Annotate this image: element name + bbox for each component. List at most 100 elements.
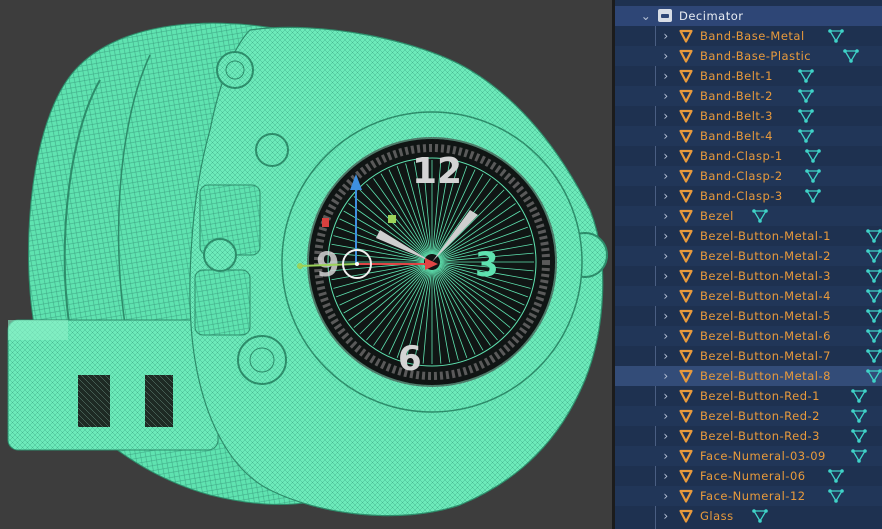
mesh-data-icon[interactable] bbox=[752, 508, 768, 524]
watch-wireframe-model[interactable]: 12 3 6 9 bbox=[0, 0, 612, 529]
mesh-data-icon[interactable] bbox=[851, 388, 867, 404]
outliner-row[interactable]: › Bezel-Button-Metal-5 bbox=[615, 306, 882, 326]
outliner-row[interactable]: › Bezel-Button-Metal-1 bbox=[615, 226, 882, 246]
chevron-right-icon[interactable]: › bbox=[659, 486, 673, 506]
object-label: Band-Clasp-2 bbox=[700, 169, 783, 183]
chevron-right-icon[interactable]: › bbox=[659, 406, 673, 426]
outliner-row[interactable]: › Bezel-Button-Red-3 bbox=[615, 426, 882, 446]
mesh-data-icon[interactable] bbox=[843, 48, 859, 64]
chevron-right-icon[interactable]: › bbox=[659, 266, 673, 286]
outliner-row[interactable]: › Bezel-Button-Metal-4 bbox=[615, 286, 882, 306]
chevron-down-icon[interactable]: ⌄ bbox=[639, 6, 653, 26]
outliner-panel[interactable]: ⌄ Decimator › Band-Base-Metal › Band-Base-P… bbox=[615, 0, 882, 529]
mesh-data-icon[interactable] bbox=[851, 408, 867, 424]
mesh-data-icon[interactable] bbox=[805, 188, 821, 204]
chevron-right-icon[interactable]: › bbox=[659, 166, 673, 186]
modifier-icon bbox=[679, 109, 693, 123]
mesh-data-icon[interactable] bbox=[805, 148, 821, 164]
chevron-right-icon[interactable]: › bbox=[659, 206, 673, 226]
outliner-row[interactable]: › Bezel-Button-Metal-7 bbox=[615, 346, 882, 366]
mesh-data-icon[interactable] bbox=[828, 488, 844, 504]
mesh-data-icon[interactable] bbox=[851, 448, 867, 464]
chevron-right-icon[interactable]: › bbox=[659, 106, 673, 126]
object-label: Band-Belt-4 bbox=[700, 129, 773, 143]
mesh-data-icon[interactable] bbox=[851, 428, 867, 444]
outliner-row[interactable]: › Bezel-Button-Metal-2 bbox=[615, 246, 882, 266]
outliner-row[interactable]: › Bezel-Button-Metal-6 bbox=[615, 326, 882, 346]
modifier-icon bbox=[679, 429, 693, 443]
object-label: Band-Belt-1 bbox=[700, 69, 773, 83]
object-label: Bezel-Button-Metal-6 bbox=[700, 329, 831, 343]
outliner-row[interactable]: › Band-Base-Plastic bbox=[615, 46, 882, 66]
chevron-right-icon[interactable]: › bbox=[659, 306, 673, 326]
outliner-row[interactable]: › Band-Belt-3 bbox=[615, 106, 882, 126]
outliner-row[interactable]: › Face-Numeral-03-09 bbox=[615, 446, 882, 466]
outliner-row[interactable]: › Band-Belt-1 bbox=[615, 66, 882, 86]
outliner-row[interactable]: › Bezel-Button-Metal-3 bbox=[615, 266, 882, 286]
chevron-right-icon[interactable]: › bbox=[659, 346, 673, 366]
chevron-right-icon[interactable]: › bbox=[659, 466, 673, 486]
mesh-data-icon[interactable] bbox=[752, 208, 768, 224]
modifier-icon bbox=[679, 89, 693, 103]
outliner-row[interactable]: › Band-Clasp-1 bbox=[615, 146, 882, 166]
mesh-data-icon[interactable] bbox=[798, 108, 814, 124]
outliner-row[interactable]: › Band-Clasp-2 bbox=[615, 166, 882, 186]
chevron-right-icon[interactable]: › bbox=[659, 246, 673, 266]
chevron-right-icon[interactable]: › bbox=[659, 146, 673, 166]
mesh-data-icon[interactable] bbox=[866, 248, 882, 264]
object-label: Band-Base-Metal bbox=[700, 29, 805, 43]
mesh-data-icon[interactable] bbox=[866, 328, 882, 344]
outliner-row[interactable]: › Bezel-Button-Red-1 bbox=[615, 386, 882, 406]
3d-viewport[interactable]: 12 3 6 9 bbox=[0, 0, 612, 529]
outliner-row[interactable]: › Bezel-Button-Red-2 bbox=[615, 406, 882, 426]
mesh-data-icon[interactable] bbox=[866, 368, 882, 384]
chevron-right-icon[interactable]: › bbox=[659, 446, 673, 466]
mesh-data-icon[interactable] bbox=[805, 168, 821, 184]
outliner-row[interactable]: › Face-Numeral-12 bbox=[615, 486, 882, 506]
mesh-data-icon[interactable] bbox=[828, 28, 844, 44]
chevron-right-icon[interactable]: › bbox=[659, 286, 673, 306]
mesh-data-icon[interactable] bbox=[866, 268, 882, 284]
outliner-row[interactable]: › Band-Belt-2 bbox=[615, 86, 882, 106]
object-label: Bezel-Button-Metal-8 bbox=[700, 369, 831, 383]
chevron-right-icon[interactable]: › bbox=[659, 46, 673, 66]
modifier-icon bbox=[679, 289, 693, 303]
outliner-row-decimator[interactable]: ⌄ Decimator bbox=[615, 6, 882, 26]
chevron-right-icon[interactable]: › bbox=[659, 26, 673, 46]
chevron-right-icon[interactable]: › bbox=[659, 186, 673, 206]
chevron-right-icon[interactable]: › bbox=[659, 86, 673, 106]
modifier-icon bbox=[679, 309, 693, 323]
object-label: Band-Base-Plastic bbox=[700, 49, 812, 63]
chevron-right-icon[interactable]: › bbox=[659, 506, 673, 526]
chevron-right-icon[interactable]: › bbox=[659, 326, 673, 346]
mesh-data-icon[interactable] bbox=[866, 348, 882, 364]
mesh-data-icon[interactable] bbox=[828, 468, 844, 484]
modifier-icon bbox=[679, 49, 693, 63]
outliner-row[interactable]: › Face-Numeral-06 bbox=[615, 466, 882, 486]
object-label: Bezel-Button-Red-1 bbox=[700, 389, 820, 403]
chevron-right-icon[interactable]: › bbox=[659, 386, 673, 406]
chevron-right-icon[interactable]: › bbox=[659, 66, 673, 86]
outliner-row[interactable]: › Band-Clasp-3 bbox=[615, 186, 882, 206]
outliner-row[interactable]: › Band-Base-Metal bbox=[615, 26, 882, 46]
outliner-row[interactable]: › Band-Belt-4 bbox=[615, 126, 882, 146]
chevron-right-icon[interactable]: › bbox=[659, 226, 673, 246]
chevron-right-icon[interactable]: › bbox=[659, 126, 673, 146]
outliner-row[interactable]: › Glass bbox=[615, 506, 882, 526]
mesh-data-icon[interactable] bbox=[866, 228, 882, 244]
modifier-icon bbox=[679, 249, 693, 263]
modifier-icon bbox=[679, 489, 693, 503]
mesh-data-icon[interactable] bbox=[866, 308, 882, 324]
outliner-row[interactable]: › Bezel bbox=[615, 206, 882, 226]
collection-icon bbox=[658, 9, 672, 22]
mesh-data-icon[interactable] bbox=[798, 128, 814, 144]
dial-numeral-12: 12 bbox=[412, 151, 462, 192]
mesh-data-icon[interactable] bbox=[798, 88, 814, 104]
chevron-right-icon[interactable]: › bbox=[659, 366, 673, 386]
outliner-row[interactable]: › Bezel-Button-Metal-8 bbox=[615, 366, 882, 386]
mesh-data-icon[interactable] bbox=[798, 68, 814, 84]
modifier-icon bbox=[679, 169, 693, 183]
chevron-right-icon[interactable]: › bbox=[659, 426, 673, 446]
mesh-data-icon[interactable] bbox=[866, 288, 882, 304]
dial-numeral-3: 3 bbox=[475, 245, 499, 285]
